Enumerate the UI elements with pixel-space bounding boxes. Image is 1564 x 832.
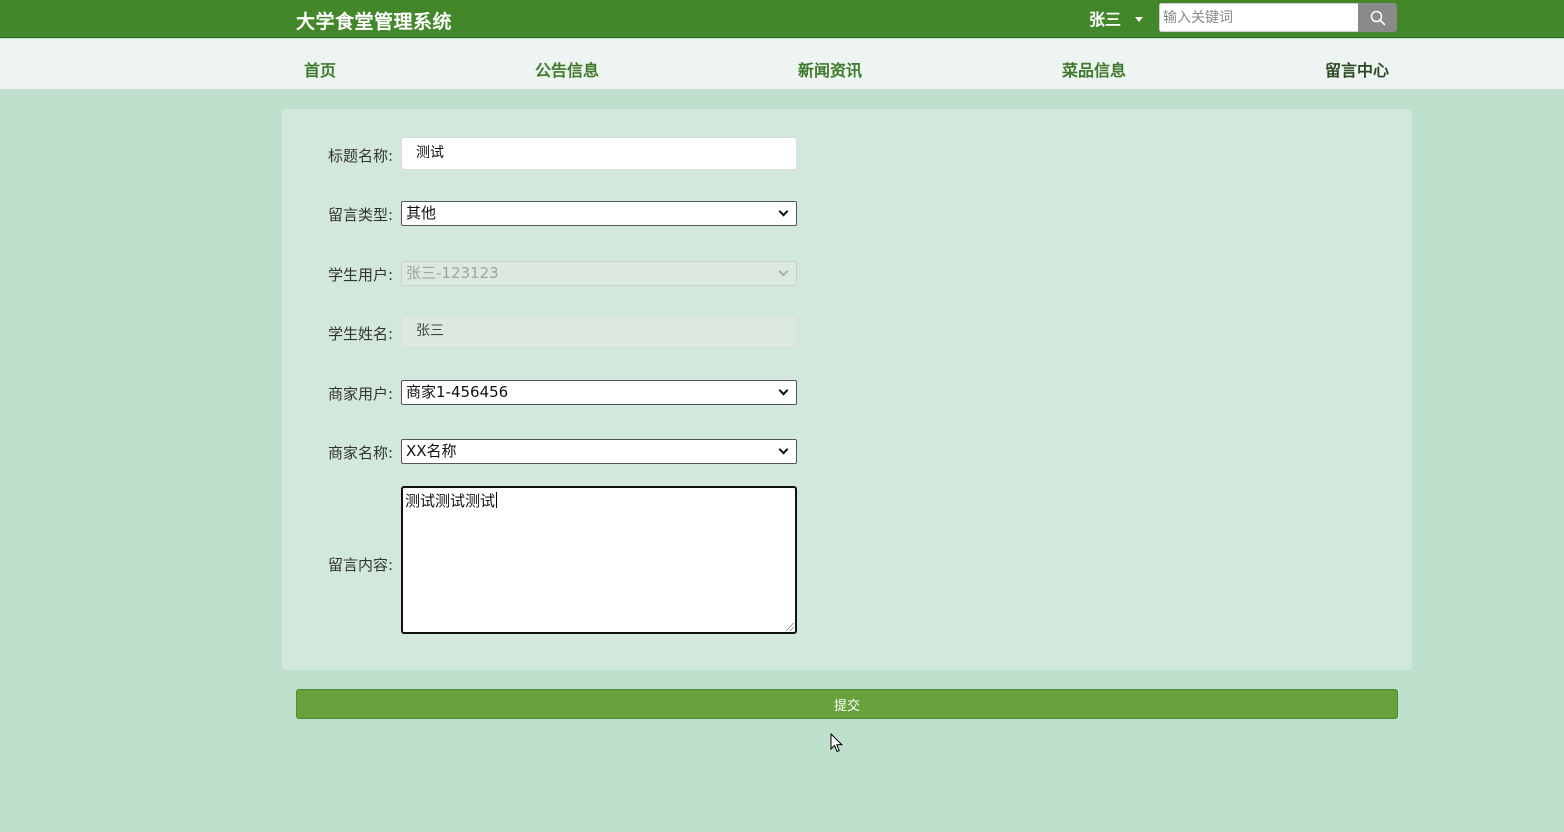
type-select[interactable]: 其他 [401, 201, 797, 226]
nav-item-message-center[interactable]: 留言中心 [1325, 57, 1389, 81]
nav-item-home[interactable]: 首页 [304, 57, 336, 81]
student-user-label: 学生用户: [328, 266, 394, 284]
nav-item-news[interactable]: 新闻资讯 [798, 57, 862, 81]
student-name-label: 学生姓名: [328, 325, 394, 343]
nav-item-notices[interactable]: 公告信息 [535, 57, 599, 81]
chevron-down-icon [778, 266, 789, 277]
merchant-name-select[interactable]: XX名称 [401, 439, 797, 464]
content-text: 测试测试测试 [405, 492, 496, 510]
message-form: 标题名称: 测试 留言类型: 其他 学生用户: 张三-123123 学生姓名: … [282, 109, 1412, 670]
merchant-user-select[interactable]: 商家1-456456 [401, 380, 797, 405]
submit-button[interactable]: 提交 [296, 689, 1398, 719]
student-user-select: 张三-123123 [401, 261, 797, 286]
user-menu[interactable]: 张三 [1089, 8, 1144, 29]
nav-item-dishes[interactable]: 菜品信息 [1062, 57, 1126, 81]
merchant-user-label: 商家用户: [328, 385, 394, 403]
type-select-value: 其他 [406, 204, 437, 222]
merchant-name-value: XX名称 [406, 442, 457, 460]
search-button[interactable] [1358, 3, 1397, 32]
search-input[interactable] [1159, 3, 1358, 32]
title-input[interactable]: 测试 [401, 137, 797, 170]
type-label: 留言类型: [328, 206, 394, 224]
merchant-name-label: 商家名称: [328, 444, 394, 462]
app-title: 大学食堂管理系统 [296, 11, 453, 33]
text-caret [496, 492, 498, 508]
content-textarea[interactable]: 测试测试测试 [401, 486, 797, 634]
caret-down-icon [1135, 16, 1144, 22]
mouse-cursor-icon [830, 733, 844, 753]
title-label: 标题名称: [328, 147, 394, 165]
user-name: 张三 [1089, 10, 1122, 29]
top-header: 大学食堂管理系统 张三 [0, 0, 1564, 38]
resize-handle-icon[interactable] [786, 623, 794, 631]
content-label: 留言内容: [328, 556, 394, 574]
merchant-user-value: 商家1-456456 [406, 383, 509, 401]
main-nav: 首页 公告信息 新闻资讯 菜品信息 留言中心 [0, 39, 1564, 89]
chevron-down-icon [778, 385, 789, 396]
student-user-value: 张三-123123 [406, 264, 499, 282]
chevron-down-icon [778, 444, 789, 455]
search-icon [1370, 10, 1385, 25]
search-box [1159, 3, 1397, 32]
student-name-input: 张三 [401, 315, 797, 348]
chevron-down-icon [778, 206, 789, 217]
